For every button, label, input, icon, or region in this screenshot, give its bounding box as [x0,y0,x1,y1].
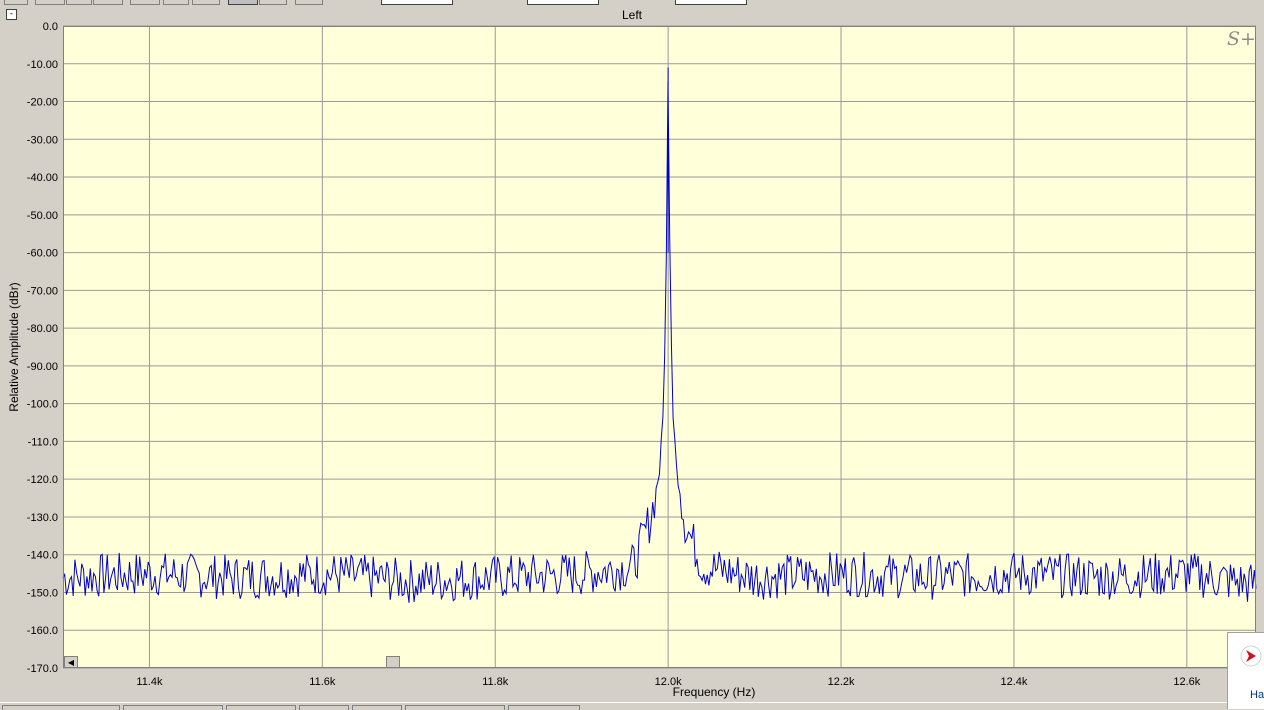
x-tick-label: 12.6k [1173,676,1200,688]
arrow-logo-icon[interactable] [1240,645,1262,667]
status-cell [299,705,349,710]
y-tick-label: -80.00 [27,323,58,335]
status-cell [123,705,223,710]
status-cell [508,705,580,710]
y-tick-label: -150.0 [27,587,58,599]
y-tick-label: -10.00 [27,59,58,71]
y-tick-label: 0.0 [43,21,58,33]
y-tick-label: -140.0 [27,550,58,562]
status-cell [226,705,296,710]
y-axis-title: Relative Amplitude (dBr) [7,282,21,412]
status-cell [2,705,120,710]
plot-frame [63,26,1256,668]
side-panel-label[interactable]: Ha [1250,689,1264,701]
x-tick-label: 11.8k [482,676,509,688]
y-tick-label: -70.00 [27,285,58,297]
y-tick-label: -20.00 [27,97,58,109]
status-cell [405,705,505,710]
x-tick-label: 12.4k [1000,676,1027,688]
y-tick-label: -90.00 [27,361,58,373]
y-tick-label: -60.00 [27,248,58,260]
scroll-left-button[interactable]: ◀ [64,656,78,668]
y-tick-label: -160.0 [27,625,58,637]
side-panel[interactable]: Ha [1227,632,1264,709]
x-tick-label: 11.6k [309,676,336,688]
scroll-thumb[interactable] [386,656,400,668]
y-tick-label: -30.00 [27,134,58,146]
y-tick-label: -170.0 [27,663,58,675]
y-tick-label: -110.0 [28,436,58,448]
y-tick-label: -50.00 [27,210,58,222]
y-tick-label: -100.0 [27,399,58,411]
y-tick-label: -40.00 [27,172,58,184]
x-tick-label: 11.4k [136,676,163,688]
x-tick-label: 12.2k [828,676,855,688]
y-tick-label: -130.0 [27,512,58,524]
x-axis-title: Frequency (Hz) [672,685,756,699]
status-cell [352,705,402,710]
logo-mark: S+ [1227,28,1256,50]
y-tick-label: -120.0 [27,474,58,486]
